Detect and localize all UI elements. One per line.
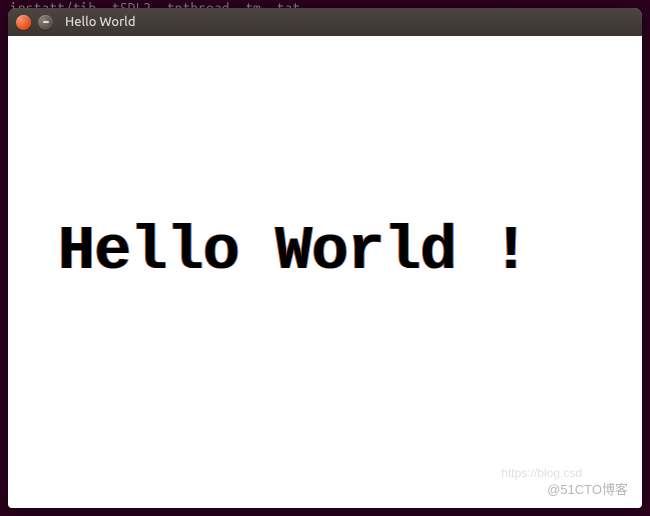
close-button[interactable] (16, 15, 31, 30)
window-controls (16, 15, 53, 30)
application-window: Hello World Hello World ! https://blog.c… (8, 8, 642, 508)
window-content: Hello World ! https://blog.csd @51CTO博客 (8, 36, 642, 508)
watermark-text: @51CTO博客 (547, 479, 628, 498)
watermark-url: https://blog.csd (501, 466, 582, 480)
minimize-button[interactable] (38, 15, 53, 30)
window-titlebar[interactable]: Hello World (8, 8, 642, 36)
window-title: Hello World (65, 15, 136, 29)
main-text: Hello World ! (58, 216, 529, 287)
